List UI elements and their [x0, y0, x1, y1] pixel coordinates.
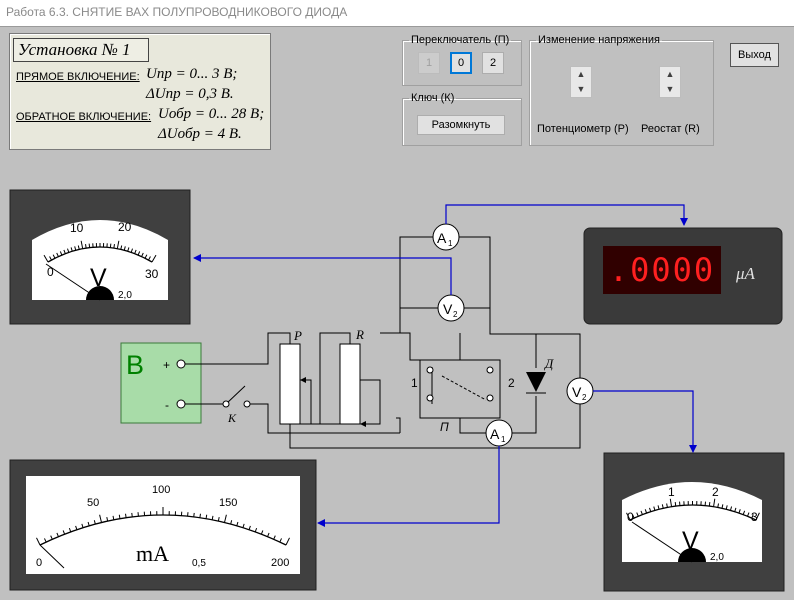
ammeter-a1-bottom-sub: 1 — [501, 435, 506, 444]
voltmeter-bottom-tick-3: 3 — [751, 510, 758, 524]
potentiometer — [279, 343, 301, 425]
switch-position-1-label: 1 — [411, 376, 418, 390]
voltmeter-v2-top-sub: 2 — [453, 310, 458, 319]
microammeter-display: .0000 — [603, 246, 721, 294]
power-source: B + - — [120, 342, 202, 424]
key-label: K — [227, 411, 237, 425]
switch-position-2-label: 2 — [508, 376, 515, 390]
switch-contact-2a — [486, 366, 494, 374]
voltmeter-top-unit: V — [90, 264, 107, 292]
vb-ticks-mark — [708, 502, 711, 507]
vb-ticks-mark — [674, 502, 677, 507]
plus-terminal-label: + — [163, 358, 170, 372]
milliammeter-tick-0: 0 — [36, 557, 42, 569]
ammeter-a1-bottom-symbol: A — [490, 426, 500, 442]
milliammeter-tick-200: 200 — [271, 557, 289, 569]
key-contact-left — [222, 400, 230, 408]
voltmeter-bottom-tick-2: 2 — [712, 485, 719, 499]
circuit-wires — [185, 236, 581, 449]
switch-contact-1a — [426, 366, 434, 374]
voltmeter-v2-top-symbol: V — [443, 301, 453, 317]
milliammeter: 0 50 100 150 200 mA 0,5 — [9, 459, 317, 591]
microammeter-unit: μA — [736, 264, 755, 283]
ma-ticks-mark — [125, 513, 127, 518]
rheostat-symbol: R — [355, 327, 364, 342]
milliammeter-class: 0,5 — [192, 558, 206, 569]
voltmeter-bottom-tick-0: 0 — [627, 510, 634, 524]
voltmeter-bottom-tick-1: 1 — [668, 485, 675, 499]
voltmeter-top: 0 10 20 30 V 2,0 — [9, 189, 191, 325]
voltmeter-v2-right-sub: 2 — [582, 393, 587, 402]
voltmeter-bottom-unit: V — [682, 527, 699, 555]
rheostat — [339, 343, 361, 425]
key-contact-right — [243, 400, 251, 408]
vt-ticks-mark — [85, 244, 87, 249]
ammeter-a1-top-symbol: A — [437, 230, 447, 246]
potentiometer-symbol: P — [293, 328, 302, 343]
circuit-diagram: 0 10 20 30 V 2,0 0 50 100 150 200 mA 0,5… — [9, 189, 785, 592]
minus-terminal — [176, 399, 186, 409]
vt-ticks-mark — [113, 244, 115, 249]
minus-terminal-label: - — [165, 398, 169, 412]
diode-label: Д — [543, 356, 554, 371]
milliammeter-unit: mA — [136, 541, 169, 566]
voltmeter-v2-right-symbol: V — [572, 384, 582, 400]
milliammeter-tick-50: 50 — [87, 497, 99, 509]
switch-label: П — [440, 420, 449, 434]
ma-ticks-mark — [118, 514, 121, 519]
voltmeter-top-tick-10: 10 — [70, 221, 84, 235]
switch-contact-1b — [426, 394, 434, 402]
milliammeter-tick-100: 100 — [152, 484, 170, 496]
voltmeter-bottom-class: 2,0 — [710, 552, 724, 563]
switch-contact-2b — [486, 394, 494, 402]
milliammeter-tick-150: 150 — [219, 497, 237, 509]
voltmeter-bottom: 0 1 2 3 V 2,0 — [603, 452, 785, 592]
ammeter-a1-top-sub: 1 — [448, 239, 453, 248]
voltmeter-top-tick-20: 20 — [118, 220, 132, 234]
ma-ticks-mark — [199, 513, 201, 518]
diode — [526, 372, 546, 392]
voltmeter-top-tick-30: 30 — [145, 267, 159, 281]
plus-terminal — [176, 359, 186, 369]
ma-ticks-mark — [205, 514, 208, 519]
power-source-label: B — [126, 350, 144, 380]
voltmeter-top-class: 2,0 — [118, 290, 132, 301]
